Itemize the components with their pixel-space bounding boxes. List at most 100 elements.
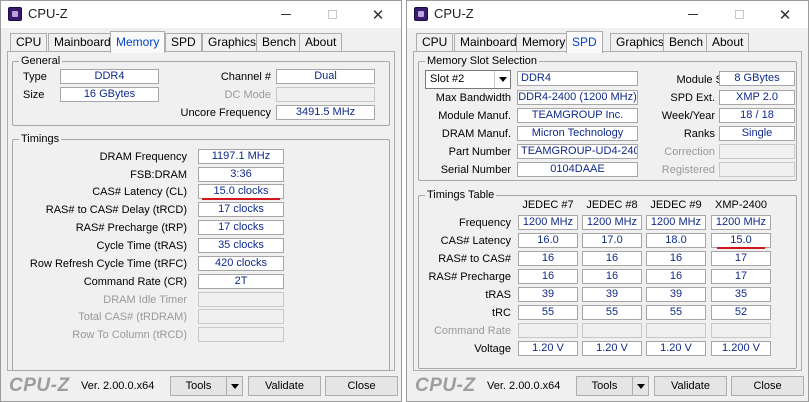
cas-latency-xmp: 15.0	[711, 233, 771, 248]
frequency-label: Frequency	[459, 217, 511, 229]
tras-jedec9: 39	[646, 287, 706, 302]
ras-precharge-jedec9: 16	[646, 269, 706, 284]
close-button[interactable]: Close	[325, 376, 398, 396]
module-manuf-label: Module Manuf.	[438, 110, 511, 122]
tools-dropdown-arrow[interactable]	[226, 377, 242, 395]
tab-graphics[interactable]: Graphics	[202, 33, 263, 52]
title-bar[interactable]: CPU-Z ✕	[407, 1, 808, 28]
tab-memory[interactable]: Memory	[110, 31, 166, 53]
validate-button[interactable]: Validate	[248, 376, 321, 396]
close-icon: ✕	[778, 6, 792, 24]
timings-table-group-title: Timings Table	[425, 188, 497, 202]
tab-bench[interactable]: Bench	[663, 33, 710, 52]
memory-slot-group-title: Memory Slot Selection	[425, 54, 540, 68]
tools-button[interactable]: Tools	[170, 376, 243, 396]
maximize-icon	[327, 10, 337, 19]
tab-mainboard[interactable]: Mainboard	[48, 33, 117, 52]
row-to-column-value	[198, 327, 284, 342]
tools-dropdown-arrow[interactable]	[632, 377, 648, 395]
slot-select-arrow[interactable]	[494, 71, 510, 88]
part-number-label: Part Number	[448, 146, 511, 158]
tab-spd[interactable]: SPD	[165, 33, 202, 52]
maximize-icon	[734, 10, 744, 19]
dc-mode-label: DC Mode	[224, 89, 271, 101]
maximize-button[interactable]	[309, 1, 355, 28]
cpuz-logo: CPU-Z	[415, 375, 476, 396]
column-header-jedec7: JEDEC #7	[522, 199, 574, 211]
frequency-xmp: 1200 MHz	[711, 215, 771, 230]
cpuz-window-memory: CPU-Z ✕ CPU Mainboard Memory SPD Graphic…	[0, 0, 402, 402]
tras-label: Cycle Time (tRAS)	[96, 240, 187, 252]
ras-to-cas-jedec9: 16	[646, 251, 706, 266]
ras-to-cas-jedec7: 16	[518, 251, 578, 266]
ras-precharge-label: RAS# Precharge	[428, 271, 511, 283]
trcd-label: RAS# to CAS# Delay (tRCD)	[45, 204, 187, 216]
dram-idle-timer-label: DRAM Idle Timer	[103, 294, 187, 306]
trc-jedec9: 55	[646, 305, 706, 320]
total-cas-label: Total CAS# (tRDRAM)	[78, 311, 187, 323]
version-text: Ver. 2.00.0.x64	[487, 380, 561, 392]
tools-button[interactable]: Tools	[576, 376, 649, 396]
title-bar[interactable]: CPU-Z ✕	[1, 1, 401, 28]
tras-jedec7: 39	[518, 287, 578, 302]
timings-group: Timings DRAM Frequency 1197.1 MHz FSB:DR…	[12, 132, 390, 371]
window-title: CPU-Z	[434, 6, 474, 21]
tab-graphics[interactable]: Graphics	[610, 33, 671, 52]
chevron-down-icon	[636, 383, 645, 389]
tab-cpu[interactable]: CPU	[416, 33, 454, 52]
tab-strip: CPU Mainboard Memory SPD Graphics Bench …	[7, 31, 395, 53]
module-manuf-value: TEAMGROUP Inc.	[517, 108, 638, 123]
row-to-column-label: Row To Column (tRCD)	[72, 329, 187, 341]
command-rate-value: 2T	[198, 274, 284, 289]
maximize-button[interactable]	[716, 1, 762, 28]
close-button[interactable]: Close	[731, 376, 804, 396]
ras-precharge-xmp: 17	[711, 269, 771, 284]
tab-memory[interactable]: Memory	[516, 33, 572, 52]
cas-latency-highlight	[202, 198, 280, 200]
close-window-button[interactable]: ✕	[355, 1, 401, 28]
close-window-button[interactable]: ✕	[762, 1, 808, 28]
dram-idle-timer-value	[198, 292, 284, 307]
minimize-button[interactable]	[263, 1, 309, 28]
trfc-value: 420 clocks	[198, 256, 284, 271]
frequency-jedec8: 1200 MHz	[582, 215, 642, 230]
tras-jedec8: 39	[582, 287, 642, 302]
fsb-dram-label: FSB:DRAM	[130, 169, 187, 181]
week-year-value: 18 / 18	[719, 108, 795, 123]
tras-xmp: 35	[711, 287, 771, 302]
command-rate-xmp	[711, 323, 771, 338]
cas-latency-jedec8: 17.0	[582, 233, 642, 248]
frequency-jedec9: 1200 MHz	[646, 215, 706, 230]
tab-about[interactable]: About	[299, 33, 343, 52]
minimize-icon	[688, 14, 698, 15]
cpuz-window-spd: CPU-Z ✕ CPU Mainboard Memory SPD Graphic…	[406, 0, 809, 402]
minimize-icon	[281, 14, 291, 15]
voltage-jedec9: 1.20 V	[646, 341, 706, 356]
module-size-value: 8 GBytes	[719, 71, 795, 86]
dram-manuf-label: DRAM Manuf.	[441, 128, 511, 140]
tab-mainboard[interactable]: Mainboard	[454, 33, 523, 52]
tab-strip: CPU Mainboard Memory SPD Graphics Bench …	[413, 31, 802, 53]
tab-cpu[interactable]: CPU	[10, 33, 48, 52]
tools-button-label: Tools	[591, 380, 618, 392]
cpuz-app-icon	[414, 7, 428, 21]
type-label: Type	[23, 71, 47, 83]
minimize-button[interactable]	[670, 1, 716, 28]
tab-spd[interactable]: SPD	[566, 31, 603, 53]
spd-ext-value: XMP 2.0	[719, 90, 795, 105]
part-number-value: TEAMGROUP-UD4-2400	[517, 144, 638, 159]
cas-latency-label: CAS# Latency	[440, 235, 511, 247]
tools-button-label: Tools	[185, 380, 212, 392]
trc-label: tRC	[492, 307, 511, 319]
registered-value	[719, 162, 795, 177]
close-icon: ✕	[371, 6, 385, 24]
max-bandwidth-label: Max Bandwidth	[435, 92, 511, 104]
validate-button[interactable]: Validate	[654, 376, 727, 396]
tab-bench[interactable]: Bench	[256, 33, 303, 52]
cas-latency-jedec7: 16.0	[518, 233, 578, 248]
memory-type-value: DDR4	[517, 71, 638, 86]
slot-select[interactable]: Slot #2	[425, 70, 511, 89]
voltage-label: Voltage	[474, 343, 511, 355]
ras-to-cas-jedec8: 16	[582, 251, 642, 266]
tab-about[interactable]: About	[706, 33, 750, 52]
